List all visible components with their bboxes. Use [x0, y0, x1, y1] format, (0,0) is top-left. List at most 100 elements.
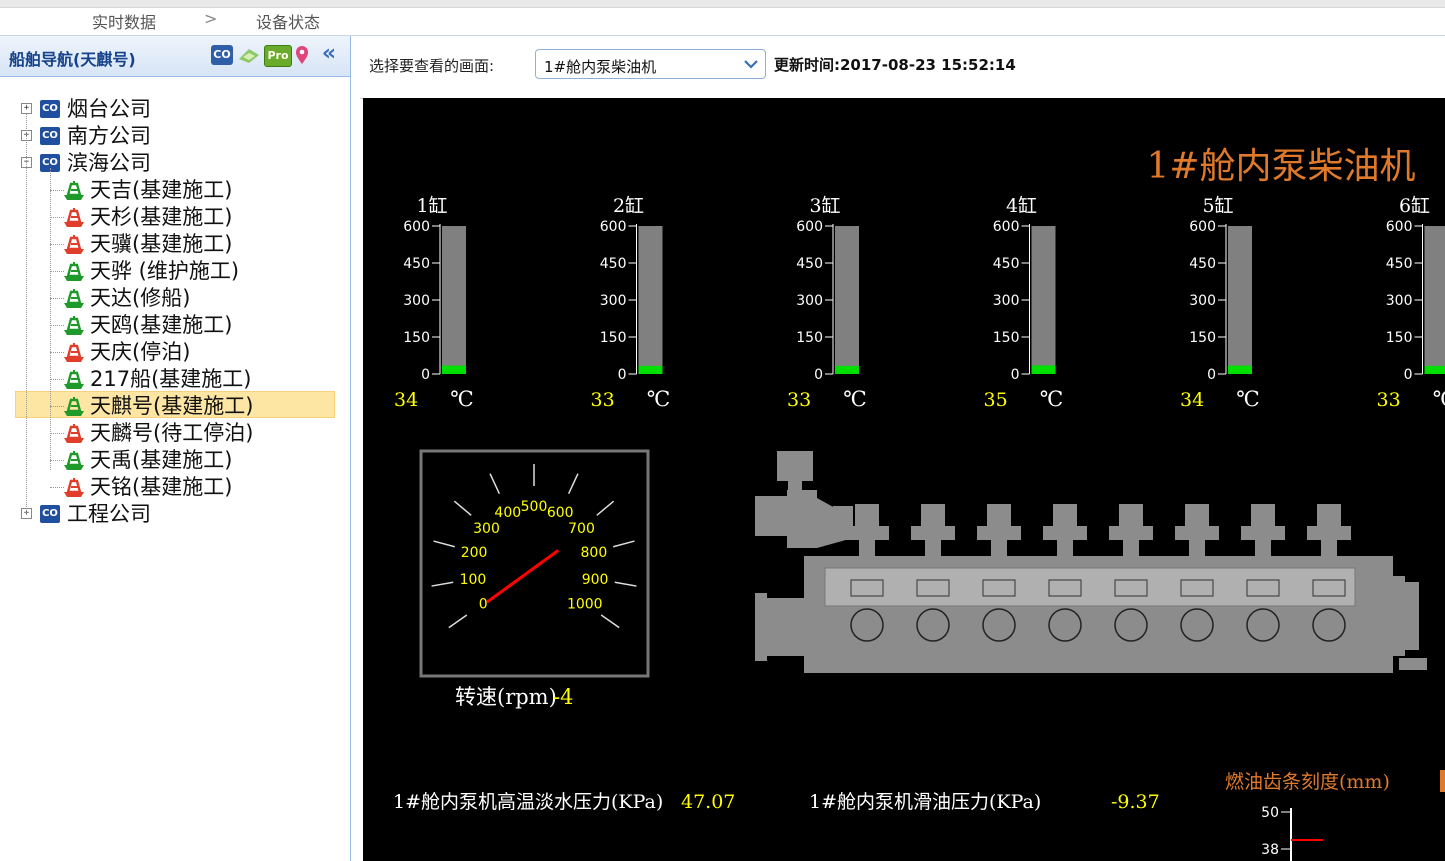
- gauge-tick: [567, 473, 579, 494]
- tree-node-label: 滨海公司: [67, 151, 151, 175]
- temperature-fill: [1424, 365, 1445, 374]
- cylinder-temperature-value: 33: [591, 389, 615, 411]
- tree-ship-node[interactable]: 天骥(基建施工): [0, 231, 340, 258]
- ship-icon: [64, 208, 84, 227]
- tree-company-node[interactable]: − CO 滨海公司: [0, 150, 340, 177]
- tree-node-label: 烟台公司: [67, 97, 151, 121]
- breadcrumb-separator: >: [204, 9, 218, 28]
- company-icon: CO: [40, 505, 60, 523]
- scale-label: 300: [796, 293, 823, 309]
- company-filter-icon[interactable]: CO: [211, 45, 233, 65]
- cylinder-name: 1缸: [416, 195, 447, 217]
- tree-ship-node[interactable]: 天达(修船): [0, 285, 340, 312]
- gauge-tick-label: 700: [568, 521, 595, 537]
- hot-water-pressure-value: 47.07: [681, 791, 735, 813]
- tree-ship-node[interactable]: 天鸥(基建施工): [0, 312, 340, 339]
- ship-navigation-panel: 船舶导航(天麒号) CO Pro « + CO 烟台公司 + CO 南方公司 − CO 滨海公司…: [0, 36, 351, 861]
- tree-ship-node[interactable]: 天铭(基建施工): [0, 474, 340, 501]
- tree-company-node[interactable]: + CO 烟台公司: [0, 96, 340, 123]
- ship-icon: [64, 424, 84, 443]
- ship-icon: [64, 289, 84, 308]
- nav-header: 船舶导航(天麒号) CO Pro «: [0, 36, 350, 77]
- gauge-tick-label: 900: [582, 572, 609, 588]
- breadcrumb-item-realtime[interactable]: 实时数据: [92, 9, 156, 33]
- expand-toggle-icon[interactable]: +: [21, 103, 32, 114]
- cylinder-name: 3缸: [809, 195, 840, 217]
- ship-filter-icon[interactable]: [237, 45, 261, 65]
- tree-ship-node[interactable]: 217船(基建施工): [0, 366, 340, 393]
- temperature-fill: [638, 365, 663, 374]
- scale-label: 300: [600, 293, 627, 309]
- ship-icon: [64, 343, 84, 362]
- gauge-tick-label: 600: [547, 505, 574, 521]
- scada-display: 1#舱内泵柴油机 1缸 600 450 300 150 0 34 ℃ 2缸 600 450 300 15…: [363, 98, 1445, 861]
- tree-company-node[interactable]: + CO 工程公司: [0, 501, 340, 528]
- scale-label: 450: [600, 256, 627, 272]
- cylinder-gauge: 4缸 600 450 300 150 035 ℃: [984, 195, 1064, 411]
- screen-toolbar: 选择要查看的画面: 1#舱内泵柴油机 更新时间:2017-08-23 15:52…: [360, 36, 1445, 99]
- cylinder-temperature-value: 35: [984, 389, 1008, 411]
- gauge-tick: [448, 614, 468, 629]
- tree-ship-node[interactable]: 天骅 (维护施工): [0, 258, 340, 285]
- screen-select[interactable]: 1#舱内泵柴油机: [535, 49, 766, 79]
- gauge-tick-label: 400: [494, 505, 521, 521]
- tree-ship-node[interactable]: 天杉(基建施工): [0, 204, 340, 231]
- cylinder-temperature-value: 34: [1180, 389, 1204, 411]
- scale-label: 150: [600, 330, 627, 346]
- ship-icon: [64, 181, 84, 200]
- scale-label: 0: [618, 367, 627, 383]
- cylinder-gauge: 6缸 600 450 300 150 033 ℃: [1377, 195, 1445, 411]
- tree-node-label: 天庆(停泊): [90, 340, 191, 364]
- temperature-unit: ℃: [1040, 387, 1064, 411]
- tree-node-label: 天达(修船): [90, 286, 191, 310]
- temperature-unit: ℃: [1433, 387, 1445, 411]
- scale-label: 450: [796, 256, 823, 272]
- lube-oil-pressure-label: 1#舱内泵机滑油压力(KPa): [809, 791, 1041, 813]
- tree-company-node[interactable]: + CO 南方公司: [0, 123, 340, 150]
- lube-oil-pressure-value: -9.37: [1111, 791, 1160, 813]
- scada-title: 1#舱内泵柴油机: [1146, 146, 1415, 187]
- tree-node-label: 天禹(基建施工): [90, 448, 233, 472]
- scale-label: 300: [403, 293, 430, 309]
- cylinder-gauge: 3缸 600 450 300 150 033 ℃: [787, 195, 867, 411]
- temperature-unit: ℃: [647, 387, 671, 411]
- gauge-tick-label: 200: [461, 545, 488, 561]
- scale-label: 450: [403, 256, 430, 272]
- tree-ship-node[interactable]: 天麒号(基建施工): [0, 393, 340, 420]
- gauge-tick: [613, 540, 635, 548]
- tree-ship-node[interactable]: 天麟号(待工停泊): [0, 420, 340, 447]
- tree-node-label: 天铭(基建施工): [90, 475, 233, 499]
- temperature-bar: [835, 226, 859, 374]
- scale-label: 150: [993, 330, 1020, 346]
- tree-ship-node[interactable]: 天吉(基建施工): [0, 177, 340, 204]
- gauge-tick: [596, 500, 615, 516]
- breadcrumb-item-device-status[interactable]: 设备状态: [256, 9, 320, 33]
- temperature-fill: [1031, 365, 1056, 374]
- cylinder-name: 4缸: [1006, 195, 1037, 217]
- scale-label: 0: [1404, 367, 1413, 383]
- pro-icon[interactable]: Pro: [264, 45, 292, 67]
- ship-icon: [64, 370, 84, 389]
- scale-label: 0: [814, 367, 823, 383]
- tree-node-label: 天鸥(基建施工): [90, 313, 233, 337]
- cylinder-gauge: 5缸 600 450 300 150 034 ℃: [1180, 195, 1260, 411]
- collapse-icon[interactable]: «: [318, 43, 340, 65]
- chevron-down-icon[interactable]: [743, 54, 759, 78]
- scale-label: 300: [993, 293, 1020, 309]
- location-pin-icon[interactable]: [294, 45, 310, 65]
- gauge-tick-label: 0: [479, 597, 488, 613]
- tree-ship-node[interactable]: 天禹(基建施工): [0, 447, 340, 474]
- scale-label: 150: [796, 330, 823, 346]
- update-label: 更新时间:: [774, 56, 840, 74]
- screen-select-value: 1#舱内泵柴油机: [544, 58, 657, 76]
- scale-label: 600: [993, 219, 1020, 235]
- ship-icon: [64, 397, 84, 416]
- temperature-bar: [638, 226, 663, 374]
- tree-ship-node[interactable]: 天庆(停泊): [0, 339, 340, 366]
- scale-label: 450: [1189, 256, 1216, 272]
- gauge-tick-label: 300: [473, 521, 500, 537]
- scale-label: 450: [993, 256, 1020, 272]
- gauge-tick: [453, 500, 472, 516]
- gauge-tick-label: 800: [581, 545, 608, 561]
- scale-label: 0: [1011, 367, 1020, 383]
